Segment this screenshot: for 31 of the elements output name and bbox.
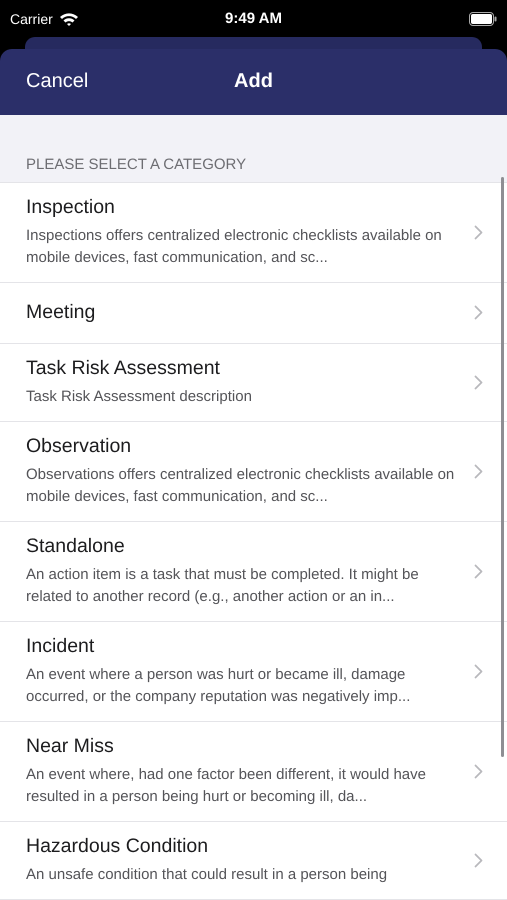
chevron-icon <box>474 464 483 479</box>
category-description: Observations offers centralized electronic checklists available on mobile devices, fast communication, and sc... <box>26 464 456 507</box>
category-row[interactable]: Hazardous Condition An unsafe condition that could result in a person being <box>0 822 507 900</box>
category-description: An action item is a task that must be completed. It might be related to another record (e.g., another action or an in... <box>26 564 420 607</box>
battery-icon <box>469 12 497 26</box>
category-description: Task Risk Assessment description <box>26 386 253 407</box>
chevron-icon <box>474 374 483 390</box>
category-description: An event where a person was hurt or became ill, damage occurred, or the company reputation was negatively imp... <box>26 664 412 707</box>
category-description: An unsafe condition that could result in a person being <box>26 864 388 885</box>
chevron-icon <box>474 764 483 779</box>
category-title: Meeting <box>26 301 96 324</box>
screen-title: Add <box>234 70 274 94</box>
category-title: Task Risk Assessment <box>26 356 221 380</box>
category-description: An event where, had one factor been different, it would have resulted in a person being hurt or becoming ill, da... <box>26 764 427 807</box>
chevron-icon <box>474 852 483 868</box>
chevron-icon <box>474 564 483 579</box>
category-title: Standalone <box>26 534 126 558</box>
wifi-icon <box>58 12 79 26</box>
section-header: PLEASE SELECT A CATEGORY <box>0 114 507 183</box>
category-title: Observation <box>26 434 132 458</box>
carrier-name: Carrier <box>10 10 53 27</box>
chevron-icon <box>474 664 483 679</box>
category-description: Inspections offers centralized electronic checklists available on mobile devices, fast communication, and sc... <box>26 226 443 268</box>
category-title: Near Miss <box>26 734 115 758</box>
clock-time: 9:49 AM <box>224 10 283 28</box>
category-title: Inspection <box>26 196 116 219</box>
category-title: Hazardous Condition <box>26 834 210 858</box>
cancel-button[interactable]: Cancel <box>26 70 88 94</box>
chevron-icon <box>474 305 483 320</box>
chevron-icon <box>474 224 483 240</box>
category-title: Incident <box>26 634 96 658</box>
